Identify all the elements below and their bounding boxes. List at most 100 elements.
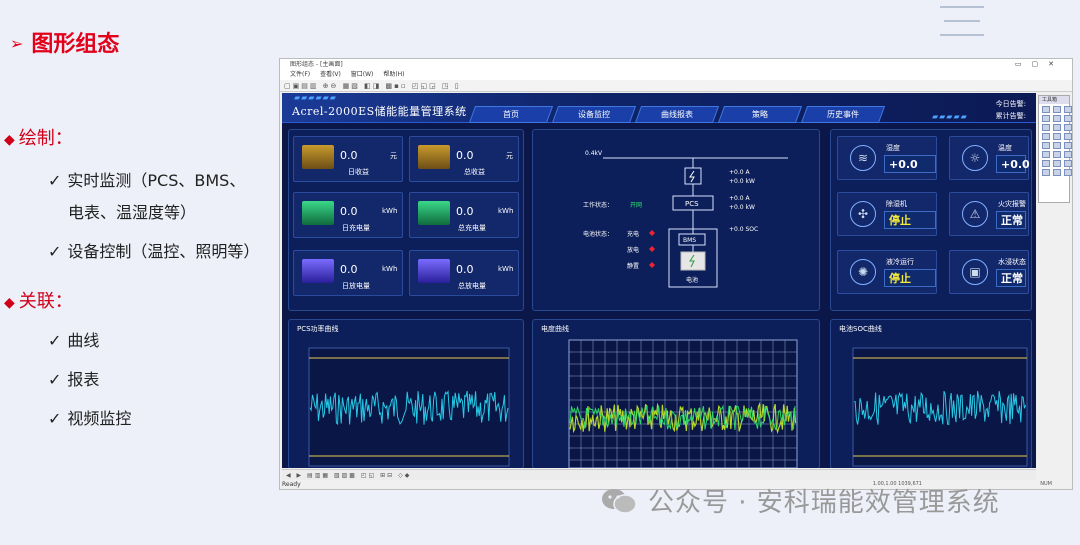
tab-curve-report[interactable]: 曲线报表 <box>634 106 720 123</box>
diamond-icon: ◆ <box>4 295 15 311</box>
env-label: 液冷运行 <box>886 258 914 266</box>
liquid-cooling-icon: ✺ <box>850 259 876 285</box>
stat-value: 0.0 <box>456 149 474 162</box>
bullet-item: ✓ 设备控制（温控、照明等） <box>48 238 259 262</box>
slide-title: ➢ 图形组态 <box>10 26 119 58</box>
section-link-label: 关联： <box>18 291 73 312</box>
tool-icon[interactable] <box>1053 142 1061 149</box>
meter2-current: +0.0 A <box>729 195 750 202</box>
charge-label: 充电 <box>627 230 639 238</box>
scada-editor-window: 图形组态 - [主画面] ▭▢✕ 文件(F) 查看(V) 窗口(W) 帮助(H) … <box>279 58 1073 490</box>
tool-icon[interactable] <box>1053 124 1061 131</box>
idle-indicator-icon <box>649 262 655 268</box>
wechat-icon <box>602 489 637 514</box>
pcs-power-chart <box>308 347 510 467</box>
stat-card-daily-income: 0.0 元 日收益 <box>293 136 403 182</box>
stat-label: 日充电量 <box>342 224 370 232</box>
bms-label: BMS <box>683 237 696 244</box>
tools-palette: 工具箱 <box>1038 95 1072 203</box>
alarm-today: 今日告警: <box>995 100 1026 108</box>
tools-grid <box>1039 104 1072 178</box>
arrow-icon: ➢ <box>10 34 24 53</box>
tool-icon[interactable] <box>1042 160 1050 167</box>
tool-icon[interactable] <box>1042 133 1050 140</box>
energy-chart-panel: 电度曲线 <box>532 319 820 468</box>
env-card-humidity: ≋ 湿度 +0.0 <box>837 136 937 180</box>
tool-icon[interactable] <box>1042 106 1050 113</box>
bullet-text: 视频监控 <box>67 409 132 428</box>
bullet-item: ✓ 实时监测（PCS、BMS、 <box>48 167 245 191</box>
tool-icon[interactable] <box>1064 115 1072 122</box>
stat-label: 总放电量 <box>458 282 486 290</box>
tool-icon[interactable] <box>1042 142 1050 149</box>
tab-history-events[interactable]: 历史事件 <box>800 106 886 123</box>
tab-device-monitor[interactable]: 设备监控 <box>551 106 637 123</box>
tool-icon[interactable] <box>1042 151 1050 158</box>
menu-file[interactable]: 文件(F) <box>290 71 310 78</box>
fan-icon: ✣ <box>850 201 876 227</box>
tool-icon[interactable] <box>1053 151 1061 158</box>
tool-icon[interactable] <box>1064 169 1072 176</box>
tool-icon[interactable] <box>1064 124 1072 131</box>
stripe-decoration-icon: ▰▰▰▰▰▰ <box>294 93 337 102</box>
stat-card-total-discharge: 0.0 kWh 总放电量 <box>409 250 519 296</box>
tool-icon[interactable] <box>1053 160 1061 167</box>
tool-icon[interactable] <box>1064 142 1072 149</box>
meter2-power: +0.0 kW <box>729 204 755 211</box>
work-status-label: 工作状态： <box>583 201 613 209</box>
stat-label: 日放电量 <box>342 282 370 290</box>
watermark-text: 公众号 · 安科瑞能效管理系统 <box>648 488 1000 518</box>
discharge-indicator-icon <box>649 246 655 252</box>
env-label: 水浸状态 <box>998 258 1026 266</box>
menu-window[interactable]: 窗口(W) <box>351 71 374 78</box>
tab-label: 首页 <box>503 110 519 119</box>
idle-label: 静置 <box>627 262 639 270</box>
tab-home[interactable]: 首页 <box>468 106 554 123</box>
discharge-icon <box>418 259 450 283</box>
env-label: 除湿机 <box>886 200 907 208</box>
check-icon: ✓ <box>48 409 62 428</box>
stat-card-total-charge: 0.0 kWh 总充电量 <box>409 192 519 238</box>
menu-help[interactable]: 帮助(H) <box>383 71 404 78</box>
window-controls[interactable]: ▭▢✕ <box>1015 59 1064 70</box>
stat-unit: kWh <box>498 265 514 273</box>
tool-icon[interactable] <box>1042 169 1050 176</box>
stat-unit: kWh <box>498 207 514 215</box>
stat-value: 0.0 <box>340 149 358 162</box>
env-label: 火灾报警 <box>998 200 1026 208</box>
battery-label: 电池 <box>686 276 698 284</box>
tool-icon[interactable] <box>1053 106 1061 113</box>
tool-icon[interactable] <box>1064 106 1072 113</box>
tool-icon[interactable] <box>1042 124 1050 131</box>
env-card-fire-alarm: ⚠ 火灾报警 正常 <box>949 192 1029 236</box>
check-icon: ✓ <box>48 370 62 389</box>
stat-unit: kWh <box>382 207 398 215</box>
tool-icon[interactable] <box>1053 133 1061 140</box>
stat-card-daily-discharge: 0.0 kWh 日放电量 <box>293 250 403 296</box>
tool-icon[interactable] <box>1064 160 1072 167</box>
alarm-summary: 今日告警: 累计告警: <box>996 98 1026 122</box>
stat-value: 0.0 <box>340 205 358 218</box>
discharge-icon <box>302 259 334 283</box>
tool-icon[interactable] <box>1053 115 1061 122</box>
tool-icon[interactable] <box>1064 133 1072 140</box>
toolbar[interactable]: ▢▣▤▥ ⊕⊖ ▦▧ ◧◨ ▩▪▫ ◰◱◲ ◳ ▯ <box>280 80 1072 92</box>
system-title: Acrel-2000ES储能能量管理系统 <box>292 105 467 118</box>
check-icon: ✓ <box>48 242 62 261</box>
tab-strategy[interactable]: 策略 <box>717 106 803 123</box>
topology-panel: 0.4kV +0.0 A +0.0 kW 工作状态： 开网 PCS +0.0 A… <box>532 129 820 311</box>
stats-panel: 0.0 元 日收益 0.0 元 总收益 0.0 kWh 日充电量 0.0 kWh… <box>288 129 524 311</box>
meter1-power: +0.0 kW <box>729 178 755 185</box>
tool-icon[interactable] <box>1053 169 1061 176</box>
charge-indicator-icon <box>649 230 655 236</box>
bullet-text: 曲线 <box>67 331 100 350</box>
env-value: +0.0 <box>996 155 1030 173</box>
voltage-label: 0.4kV <box>585 150 603 157</box>
window-titlebar: 图形组态 - [主画面] ▭▢✕ <box>280 59 1072 70</box>
coin-icon <box>418 145 450 169</box>
menu-view[interactable]: 查看(V) <box>320 71 341 78</box>
tool-icon[interactable] <box>1064 151 1072 158</box>
meter1-current: +0.0 A <box>729 169 750 176</box>
stat-label: 日收益 <box>348 168 369 176</box>
tool-icon[interactable] <box>1042 115 1050 122</box>
